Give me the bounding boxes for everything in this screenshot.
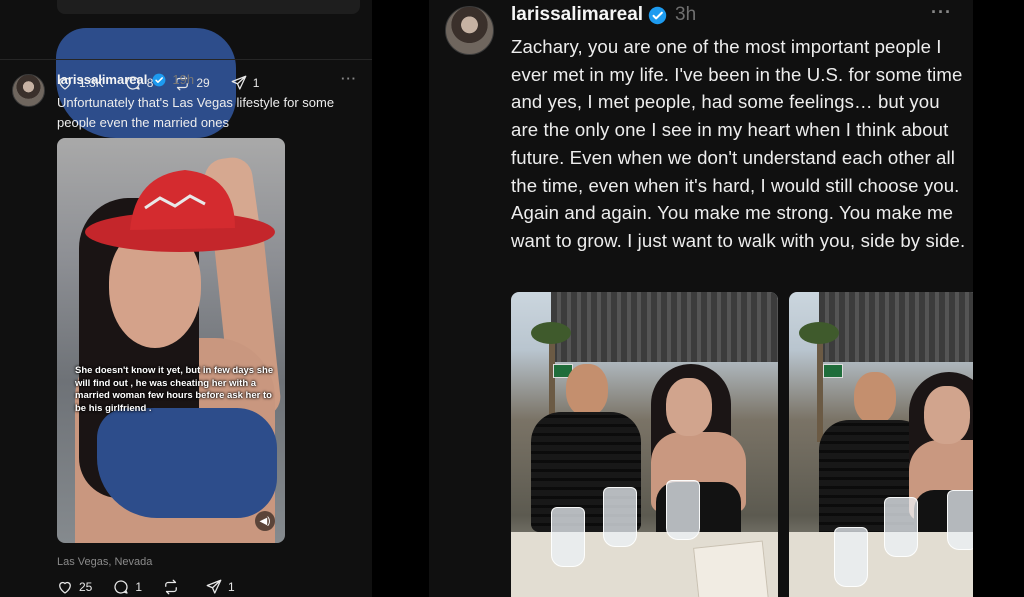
verified-badge-icon (152, 73, 166, 87)
water-glass (603, 487, 637, 547)
share-count: 1 (228, 580, 235, 594)
water-glass (947, 490, 973, 550)
username[interactable]: larissalimareal (57, 72, 147, 87)
like-count: 25 (79, 580, 93, 594)
avatar[interactable] (445, 6, 494, 55)
right-panel: larissalimareal 3h ··· Zachary, you are … (429, 0, 973, 597)
post-media[interactable]: She doesn't know it yet, but in few days… (57, 138, 285, 543)
username[interactable]: larissalimareal (511, 4, 643, 26)
post-photo[interactable] (511, 292, 778, 597)
repost-button[interactable] (162, 578, 185, 596)
post-header: larissalimareal 3h (511, 4, 696, 26)
post-text: Unfortunately that's Las Vegas lifestyle… (57, 95, 335, 130)
previous-post-media[interactable] (57, 0, 360, 14)
menu-card (693, 540, 769, 597)
comment-button[interactable]: 1 (112, 578, 142, 596)
location-tag[interactable]: Las Vegas, Nevada (57, 556, 152, 568)
water-glass (551, 507, 585, 567)
post-time: 19h (172, 72, 195, 87)
repost-count: 29 (196, 76, 210, 90)
left-panel: 1.3K 8 29 1 larissalimareal 19h ··· Unfo… (0, 0, 372, 597)
water-glass (834, 527, 868, 587)
comment-count: 1 (135, 580, 143, 594)
water-glass (884, 497, 918, 557)
post-header: larissalimareal 19h (57, 72, 194, 87)
repost-icon (165, 579, 177, 595)
share-count: 1 (252, 76, 260, 90)
share-button[interactable]: 1 (230, 74, 260, 92)
share-button[interactable]: 1 (205, 578, 235, 596)
media-caption: She doesn't know it yet, but in few days… (75, 365, 274, 414)
water-glass (666, 480, 700, 540)
table (789, 532, 973, 597)
mute-icon[interactable]: ◀) (255, 511, 275, 531)
verified-badge-icon (648, 6, 667, 25)
comment-icon (114, 580, 128, 594)
more-icon[interactable]: ··· (341, 71, 357, 86)
post-divider (0, 59, 372, 60)
photo-top (97, 408, 277, 518)
palm-leaves (799, 322, 839, 344)
post-time: 3h (675, 4, 697, 25)
share-icon (231, 75, 247, 90)
awning (551, 292, 778, 362)
avatar[interactable] (12, 74, 45, 107)
like-button[interactable]: 25 (56, 578, 92, 596)
palm-leaves (531, 322, 571, 344)
cowboy-hat (85, 170, 275, 252)
share-icon (206, 579, 222, 594)
post-photo[interactable] (789, 292, 973, 597)
more-icon[interactable]: ··· (931, 2, 952, 23)
heart-icon (59, 581, 71, 594)
post-actions: 25 1 1 (56, 578, 255, 596)
post-text: Zachary, you are one of the most importa… (511, 36, 966, 251)
awning (819, 292, 973, 362)
